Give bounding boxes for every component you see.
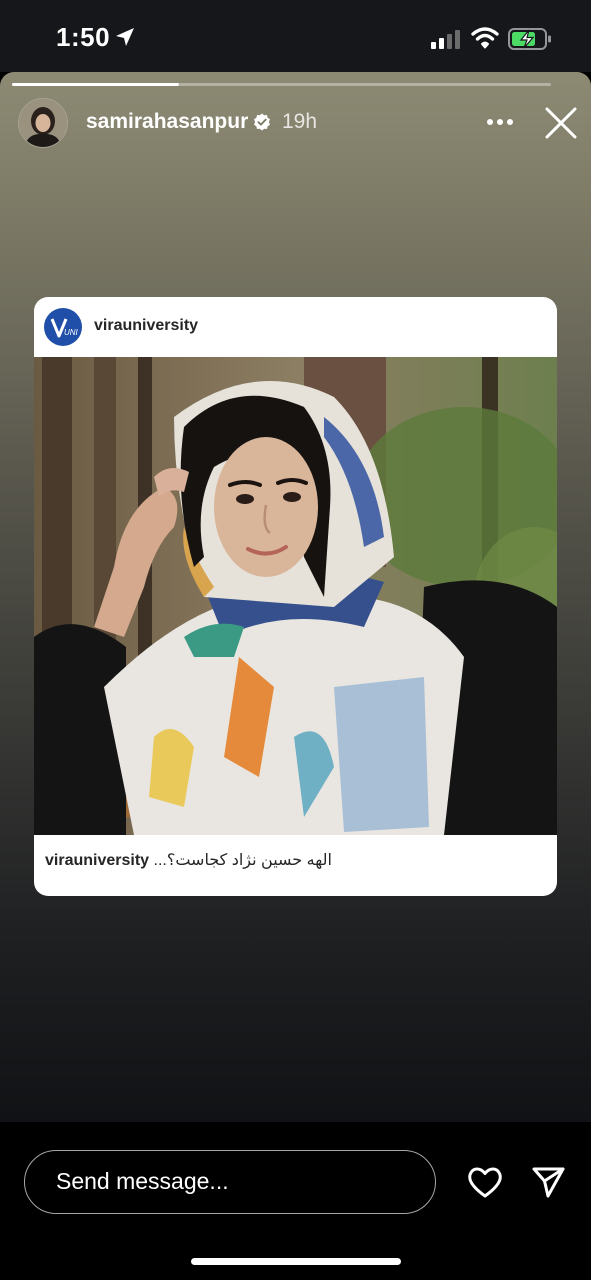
battery-charging-icon: [508, 28, 551, 50]
shared-post-account[interactable]: virauniversity: [94, 317, 198, 335]
shared-post-photo[interactable]: [34, 357, 557, 835]
story-view[interactable]: samirahasanpur 19h UNI virauniversity vi…: [0, 72, 591, 1122]
status-time: 1:50: [56, 22, 111, 52]
story-username[interactable]: samirahasanpur: [86, 110, 248, 134]
wifi-icon: [471, 27, 499, 49]
send-icon[interactable]: [530, 1164, 566, 1200]
location-arrow-icon: [116, 28, 134, 46]
svg-text:UNI: UNI: [64, 328, 79, 337]
story-avatar[interactable]: [18, 98, 68, 148]
story-reply-bar: Send message...: [0, 1122, 591, 1280]
close-icon[interactable]: [544, 106, 578, 140]
story-progress-bar: [12, 83, 551, 86]
shared-post-header: UNI virauniversity: [34, 297, 557, 357]
heart-icon[interactable]: [466, 1164, 504, 1200]
story-progress-fill: [12, 83, 180, 86]
story-timestamp: 19h: [282, 110, 318, 133]
status-bar: 1:50: [0, 0, 591, 72]
cellular-signal-icon: [431, 30, 460, 49]
shared-post-card[interactable]: UNI virauniversity virauniversity الهه ح…: [34, 297, 557, 896]
caption-username: virauniversity: [45, 852, 150, 869]
home-indicator: [191, 1258, 401, 1265]
virauniversity-logo-icon[interactable]: UNI: [44, 308, 82, 346]
verified-badge-icon: [254, 113, 270, 131]
caption-text: الهه حسین نژاد کجاست؟...: [153, 852, 332, 869]
more-options-icon[interactable]: [486, 118, 514, 126]
shared-post-caption: virauniversity الهه حسین نژاد کجاست؟...: [45, 850, 332, 870]
send-message-input[interactable]: Send message...: [24, 1150, 436, 1214]
